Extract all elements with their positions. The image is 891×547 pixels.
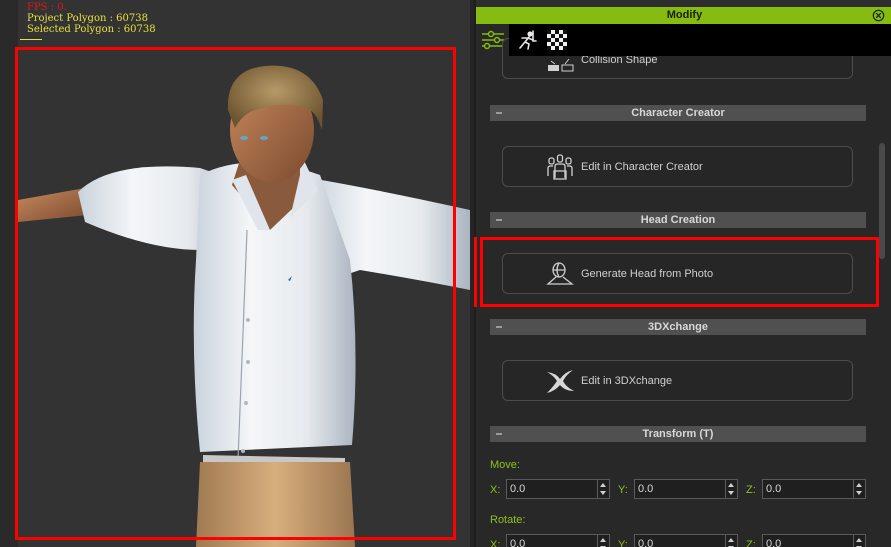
project-polygon-readout: Project Polygon : 60738 xyxy=(27,13,148,24)
rotate-z-stepper[interactable] xyxy=(853,535,865,547)
character-creator-icon xyxy=(547,154,573,180)
edit-in-3dxchange-button[interactable]: Edit in 3DXchange xyxy=(502,360,853,401)
rotate-z-input[interactable] xyxy=(763,535,853,547)
section-title: Character Creator xyxy=(631,107,725,119)
panel-title: Modify xyxy=(666,9,703,21)
rotate-z-field[interactable] xyxy=(762,534,866,547)
tab-strip-overlay xyxy=(509,24,891,56)
spin-up-icon[interactable] xyxy=(856,483,862,487)
section-title: 3DXchange xyxy=(648,321,708,333)
section-transform[interactable]: Transform (T) xyxy=(490,426,866,442)
close-icon[interactable] xyxy=(872,9,885,22)
section-3dxchange[interactable]: 3DXchange xyxy=(490,319,866,335)
move-label: Move: xyxy=(490,459,520,471)
spin-up-icon[interactable] xyxy=(728,538,734,542)
spin-down-icon[interactable] xyxy=(856,491,862,495)
character-pants xyxy=(196,462,355,547)
modify-panel: Modify Collision Shape Character Creator… xyxy=(474,0,891,547)
spin-up-icon[interactable] xyxy=(600,483,606,487)
move-x-field[interactable] xyxy=(506,479,610,499)
generate-head-from-photo-button[interactable]: Generate Head from Photo xyxy=(502,253,853,294)
character-left-forearm xyxy=(18,188,88,222)
viewport-stats: FPS : 0. Project Polygon : 60738 Selecte… xyxy=(27,2,156,35)
rotate-y-input[interactable] xyxy=(635,535,725,547)
checker-material-icon[interactable] xyxy=(545,28,569,52)
move-z-field[interactable] xyxy=(762,479,866,499)
section-character-creator[interactable]: Character Creator xyxy=(490,105,866,121)
rotate-y-label: Y: xyxy=(618,539,628,547)
collision-shape-icon xyxy=(548,58,574,72)
panel-titlebar: Modify xyxy=(476,7,891,24)
rotate-x-input[interactable] xyxy=(507,535,597,547)
button-label: Edit in Character Creator xyxy=(581,161,703,173)
panel-scrollbar[interactable] xyxy=(879,143,885,259)
spin-up-icon[interactable] xyxy=(728,483,734,487)
section-head-creation[interactable]: Head Creation xyxy=(490,212,866,228)
section-title: Transform (T) xyxy=(642,428,714,440)
move-x-input[interactable] xyxy=(507,480,597,498)
3dxchange-icon xyxy=(547,370,574,393)
move-z-input[interactable] xyxy=(763,480,853,498)
fps-readout: FPS : 0. xyxy=(27,2,67,13)
move-x-label: X: xyxy=(490,484,501,496)
rotate-y-field[interactable] xyxy=(634,534,738,547)
move-y-field[interactable] xyxy=(634,479,738,499)
move-y-input[interactable] xyxy=(635,480,725,498)
rotate-x-label: X: xyxy=(490,539,501,547)
section-title: Head Creation xyxy=(640,214,716,226)
move-z-label: Z: xyxy=(746,484,756,496)
spin-up-icon[interactable] xyxy=(600,538,606,542)
stats-underline xyxy=(20,39,42,40)
spin-down-icon[interactable] xyxy=(600,491,606,495)
move-z-stepper[interactable] xyxy=(853,480,865,498)
spin-up-icon[interactable] xyxy=(856,538,862,542)
character-model[interactable] xyxy=(0,0,474,547)
move-y-label: Y: xyxy=(618,484,628,496)
button-label: Edit in 3DXchange xyxy=(581,375,673,387)
spin-down-icon[interactable] xyxy=(728,491,734,495)
rotate-label: Rotate: xyxy=(490,514,526,526)
rotate-x-field[interactable] xyxy=(506,534,610,547)
move-y-stepper[interactable] xyxy=(725,480,737,498)
selected-polygon-readout: Selected Polygon : 60738 xyxy=(27,24,156,35)
head-photo-icon xyxy=(546,262,574,285)
button-label: Generate Head from Photo xyxy=(581,268,714,280)
move-x-stepper[interactable] xyxy=(597,480,609,498)
rotate-z-label: Z: xyxy=(746,539,756,547)
3d-viewport[interactable]: FPS : 0. Project Polygon : 60738 Selecte… xyxy=(0,0,474,547)
edit-in-character-creator-button[interactable]: Edit in Character Creator xyxy=(502,146,853,187)
panel-top-gap xyxy=(476,0,891,7)
rotate-y-stepper[interactable] xyxy=(725,535,737,547)
motion-pose-icon[interactable] xyxy=(515,28,539,52)
rotate-x-stepper[interactable] xyxy=(597,535,609,547)
